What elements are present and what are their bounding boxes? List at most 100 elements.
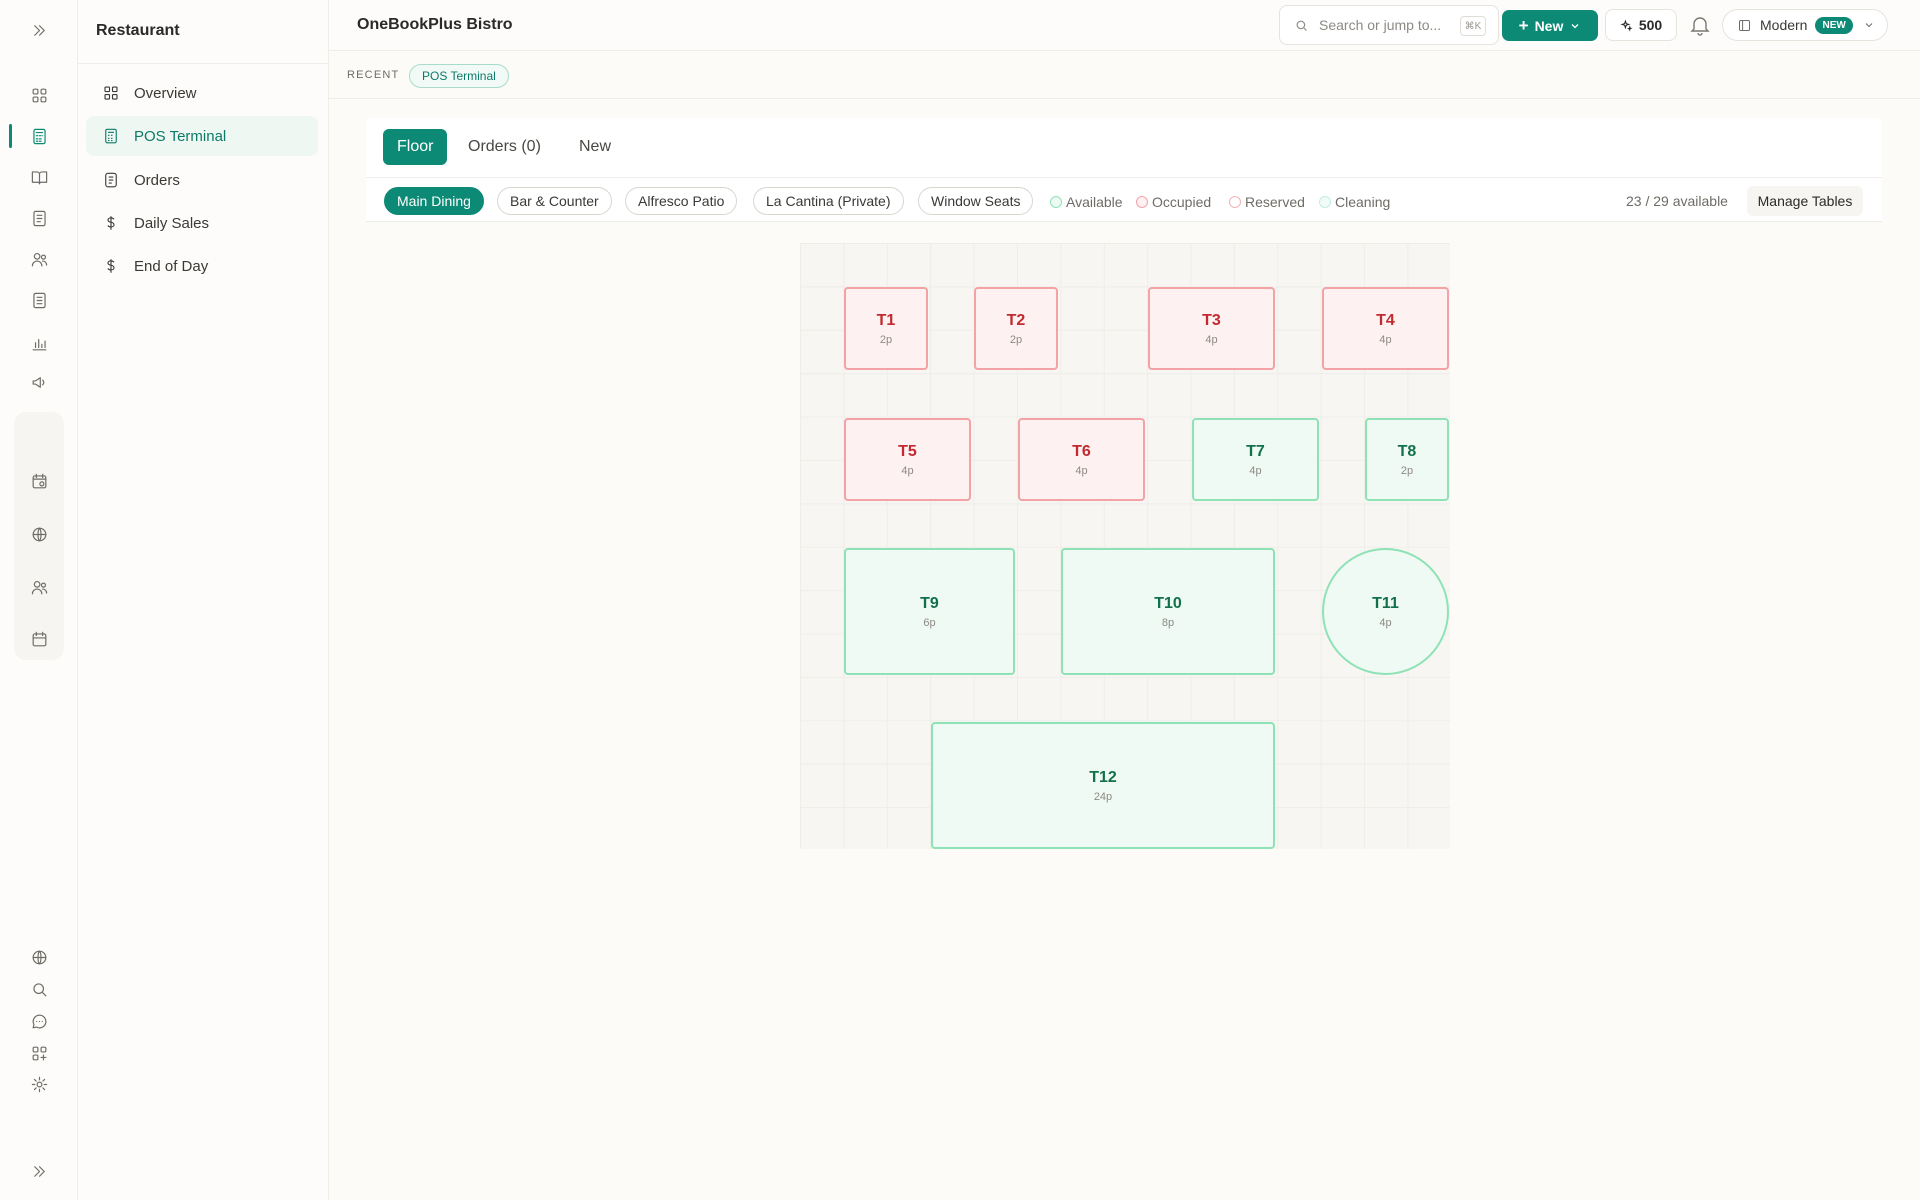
sparkles-icon	[1620, 18, 1633, 32]
table-name: T12	[1089, 768, 1117, 786]
table-t5[interactable]: T5 4p	[844, 418, 971, 501]
credits-count: 500	[1638, 17, 1663, 33]
calendar-icon[interactable]	[17, 621, 61, 657]
table-name: T1	[876, 311, 896, 329]
calculator-icon	[105, 128, 117, 144]
search-icon	[1296, 20, 1307, 31]
area-pill-main-dining[interactable]: Main Dining	[384, 187, 484, 215]
table-t8[interactable]: T8 2p	[1365, 418, 1449, 501]
area-pill-la-cantina[interactable]: La Cantina (Private)	[753, 187, 904, 215]
availability-count: 23 / 29 available	[1626, 193, 1728, 209]
grid-icon[interactable]	[17, 77, 61, 113]
search-shortcut: ⌘K	[1460, 16, 1486, 36]
legend-reserved: Reserved	[1229, 194, 1305, 210]
table-t2[interactable]: T2 2p	[974, 287, 1058, 370]
receipt-icon	[105, 172, 117, 188]
table-name: T10	[1154, 594, 1182, 612]
sidebar-item-label: POS Terminal	[134, 127, 227, 145]
area-pill-window-seats[interactable]: Window Seats	[918, 187, 1034, 215]
dollar-icon	[107, 216, 115, 230]
users-icon[interactable]	[17, 241, 61, 277]
bar-chart-icon[interactable]	[17, 325, 61, 361]
sidebar-item-orders[interactable]: Orders	[86, 160, 318, 200]
table-name: T9	[920, 594, 939, 612]
table-capacity: 24p	[1093, 790, 1113, 803]
status-dot	[1050, 196, 1062, 208]
table-t9[interactable]: T9 6p	[844, 548, 1015, 675]
table-capacity: 4p	[1379, 333, 1392, 346]
megaphone-icon[interactable]	[17, 364, 61, 400]
grid-icon	[104, 86, 118, 100]
status-dot	[1319, 196, 1331, 208]
table-name: T11	[1372, 594, 1399, 612]
search-input[interactable]: Search or jump to... ⌘K	[1279, 5, 1499, 45]
legend-occupied: Occupied	[1136, 194, 1211, 210]
legend-available: Available	[1050, 194, 1123, 210]
theme-switcher[interactable]: Modern NEW	[1722, 9, 1888, 41]
recent-label: RECENT	[347, 69, 400, 81]
legend-label: Available	[1066, 194, 1123, 210]
theme-label: Modern	[1760, 17, 1808, 33]
expand-chevrons-icon[interactable]	[17, 12, 61, 48]
tab-orders[interactable]: Orders (0)	[454, 129, 555, 165]
table-name: T8	[1397, 442, 1417, 460]
sidebar-item-label: End of Day	[134, 257, 209, 275]
expand-chevrons-icon[interactable]	[17, 1153, 61, 1189]
table-name: T2	[1006, 311, 1026, 329]
legend-label: Cleaning	[1335, 194, 1391, 210]
recent-chip-pos-terminal[interactable]: POS Terminal	[409, 64, 509, 88]
view-tabs: Floor Orders (0) New	[366, 118, 1882, 178]
layout-icon	[1739, 19, 1750, 31]
area-pill-bar-counter[interactable]: Bar & Counter	[497, 187, 612, 215]
globe-icon[interactable]	[17, 516, 61, 552]
dollar-icon	[107, 259, 115, 273]
book-icon[interactable]	[17, 159, 61, 195]
sidebar-item-label: Orders	[134, 171, 180, 189]
table-t12[interactable]: T12 24p	[931, 722, 1275, 849]
sidebar-item-daily-sales[interactable]: Daily Sales	[86, 203, 318, 243]
status-dot	[1136, 196, 1148, 208]
table-t7[interactable]: T7 4p	[1192, 418, 1319, 501]
new-button[interactable]: + New	[1502, 10, 1598, 41]
sidebar-item-overview[interactable]: Overview	[86, 73, 318, 113]
globe-icon[interactable]	[17, 939, 61, 975]
area-pill-alfresco-patio[interactable]: Alfresco Patio	[625, 187, 738, 215]
table-capacity: 2p	[879, 333, 893, 346]
gear-icon[interactable]	[17, 1066, 61, 1102]
legend-label: Reserved	[1245, 194, 1305, 210]
search-placeholder: Search or jump to...	[1319, 17, 1442, 33]
sidebar-item-end-of-day[interactable]: End of Day	[86, 246, 318, 286]
legend-cleaning: Cleaning	[1319, 194, 1390, 210]
table-t10[interactable]: T10 8p	[1061, 548, 1275, 675]
table-name: T5	[898, 442, 917, 460]
calculator-icon[interactable]	[9, 118, 61, 154]
receipt-icon[interactable]	[17, 200, 61, 236]
sidebar-divider	[78, 63, 329, 64]
table-t3[interactable]: T3 4p	[1148, 287, 1275, 370]
new-button-label: New	[1534, 17, 1564, 34]
sidebar-item-pos-terminal[interactable]: POS Terminal	[86, 116, 318, 156]
table-capacity: 4p	[1075, 464, 1088, 477]
bell-icon[interactable]	[1685, 10, 1715, 40]
new-badge: NEW	[1815, 16, 1853, 34]
tab-floor[interactable]: Floor	[383, 129, 448, 165]
top-header: OneBookPlus Bistro Search or jump to... …	[329, 0, 1920, 51]
table-capacity: 4p	[1205, 333, 1218, 346]
calendar-clock-icon[interactable]	[17, 463, 61, 499]
table-t1[interactable]: T1 2p	[844, 287, 928, 370]
table-name: T3	[1202, 311, 1221, 329]
team-icon[interactable]	[17, 569, 61, 605]
table-t6[interactable]: T6 4p	[1018, 418, 1145, 501]
table-capacity: 4p	[901, 464, 914, 477]
search-icon[interactable]	[17, 971, 61, 1007]
manage-tables-button[interactable]: Manage Tables	[1747, 186, 1863, 216]
chat-icon[interactable]	[17, 1003, 61, 1039]
table-capacity: 4p	[1249, 464, 1262, 477]
sidebar-title: Restaurant	[96, 22, 180, 39]
credits-button[interactable]: 500	[1605, 9, 1677, 41]
document-icon[interactable]	[17, 282, 61, 318]
table-capacity: 8p	[1161, 616, 1175, 629]
tab-new[interactable]: New	[565, 129, 625, 165]
table-t11[interactable]: T11 4p	[1322, 548, 1449, 675]
table-t4[interactable]: T4 4p	[1322, 287, 1449, 370]
